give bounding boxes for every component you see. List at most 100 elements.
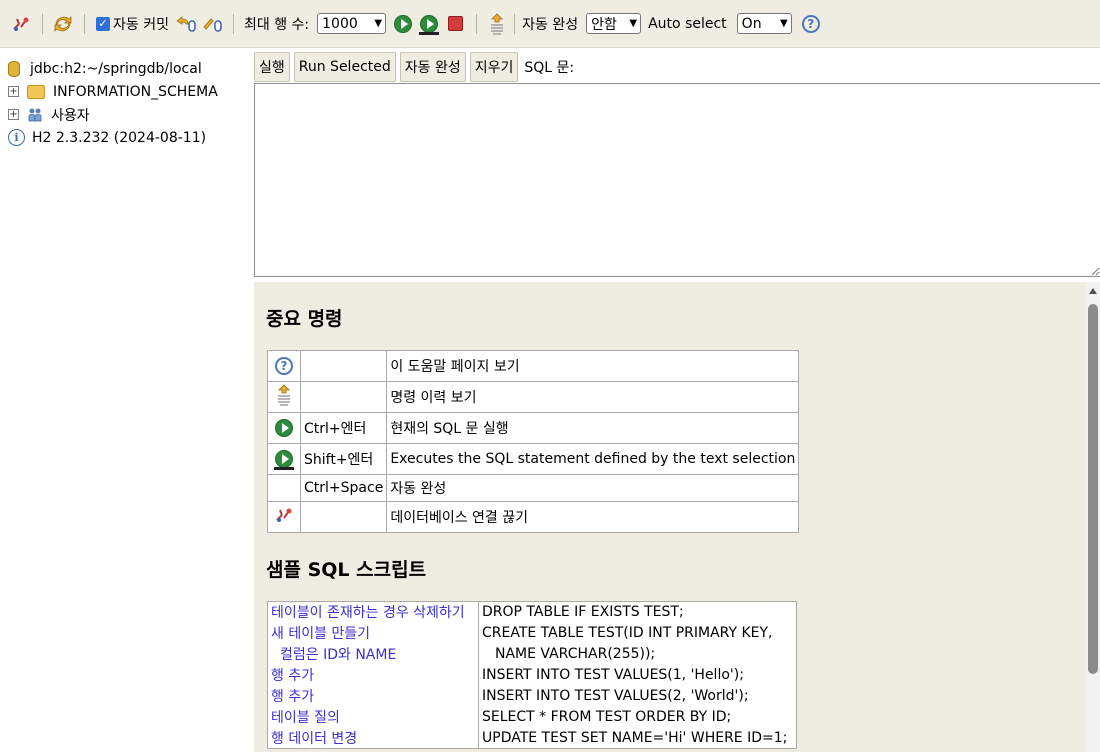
autocomplete-select[interactable]: 안함 ▼ <box>586 13 642 34</box>
help-icon: ? <box>275 357 293 375</box>
sample-code: NAME VARCHAR(255)); <box>495 646 656 662</box>
chevron-down-icon: ▼ <box>374 18 383 29</box>
sample-link[interactable]: 테이블 질의 <box>267 706 479 728</box>
command-key: Shift+엔터 <box>299 443 388 475</box>
query-toolbar: 실행 Run Selected 자동 완성 지우기 SQL 문: <box>254 52 574 82</box>
table-row: Ctrl+Space 자동 완성 <box>267 474 800 502</box>
command-desc: 현재의 SQL 문 실행 <box>386 412 800 444</box>
execute-button[interactable]: 실행 <box>254 52 290 82</box>
expand-icon[interactable]: + <box>8 86 19 97</box>
sample-code: DROP TABLE IF EXISTS TEST; <box>482 604 684 621</box>
sample-code: INSERT INTO TEST VALUES(1, 'Hello'); <box>482 667 744 683</box>
commands-table: ? 이 도움말 페이지 보기 명령 이력 보기 Ctrl+엔터 현재의 SQL … <box>267 350 800 533</box>
help-icon[interactable]: ? <box>800 13 822 35</box>
sample-link[interactable]: 행 추가 <box>267 685 479 707</box>
sample-scripts-title: 샘플 SQL 스크립트 <box>266 559 427 581</box>
sql-label: SQL 문: <box>524 60 575 76</box>
database-icon <box>8 60 20 77</box>
sample-code: SELECT * FROM TEST ORDER BY ID; <box>482 709 732 725</box>
sample-sql-table: 테이블이 존재하는 경우 삭제하기 DROP TABLE IF EXISTS T… <box>267 601 797 749</box>
autocommit-checkbox[interactable]: ✓ <box>96 16 110 31</box>
sample-link[interactable]: 컬럼은 ID와 NAME <box>271 644 396 664</box>
expand-icon[interactable]: + <box>8 109 19 120</box>
autoselect-value: On <box>741 15 762 32</box>
table-row[interactable]: 테이블 질의 SELECT * FROM TEST ORDER BY ID; <box>267 706 797 728</box>
table-row: Ctrl+엔터 현재의 SQL 문 실행 <box>267 412 800 444</box>
command-key: Ctrl+엔터 <box>299 412 388 444</box>
toolbar-separator <box>42 13 43 34</box>
object-tree: jdbc:h2:~/springdb/local + INFORMATION_S… <box>0 48 252 752</box>
rollback-icon[interactable] <box>175 13 197 35</box>
sample-link[interactable]: 행 데이터 변경 <box>267 727 479 749</box>
scrollbar-thumb[interactable] <box>1088 304 1098 674</box>
table-row[interactable]: 새 테이블 만들기 CREATE TABLE TEST(ID INT PRIMA… <box>267 622 797 644</box>
table-row: 데이터베이스 연결 끊기 <box>267 501 800 533</box>
refresh-icon[interactable] <box>52 13 74 35</box>
toolbar-separator <box>514 13 516 34</box>
run-selected-icon[interactable] <box>418 13 440 35</box>
table-row[interactable]: 행 추가 INSERT INTO TEST VALUES(1, 'Hello')… <box>267 664 797 686</box>
max-rows-label: 최대 행 수: <box>243 16 310 33</box>
toolbar-separator <box>84 13 85 34</box>
run-selected-button[interactable]: Run Selected <box>293 52 396 82</box>
history-icon[interactable] <box>486 12 508 35</box>
version-label: H2 2.3.232 (2024-08-11) <box>32 129 207 146</box>
sample-link[interactable]: 새 테이블 만들기 <box>267 622 479 644</box>
run-icon[interactable] <box>392 13 414 35</box>
toolbar-separator <box>232 13 234 34</box>
table-row: 명령 이력 보기 <box>267 381 800 413</box>
toolbar: ✓ 자동 커밋 최대 행 수: 1000 ▼ 자동 완성 안함 ▼ Auto s… <box>0 0 1100 48</box>
run-icon <box>275 419 293 437</box>
chevron-down-icon: ▼ <box>629 18 638 29</box>
sample-link[interactable]: 테이블이 존재하는 경우 삭제하기 <box>267 601 479 623</box>
disconnect-icon[interactable] <box>10 13 32 35</box>
disconnect-icon <box>276 508 292 522</box>
max-rows-select[interactable]: 1000 ▼ <box>317 13 387 34</box>
scroll-up-icon[interactable] <box>1089 288 1097 294</box>
max-rows-value: 1000 <box>322 15 358 32</box>
resize-grip-icon[interactable] <box>1090 266 1100 276</box>
command-key <box>299 381 388 413</box>
tree-connection[interactable]: jdbc:h2:~/springdb/local <box>0 57 252 80</box>
autoselect-label: Auto select <box>648 15 727 32</box>
table-row[interactable]: 테이블이 존재하는 경우 삭제하기 DROP TABLE IF EXISTS T… <box>267 601 797 623</box>
tree-item-users[interactable]: + 사용자 <box>0 103 252 126</box>
sample-link[interactable]: 행 추가 <box>267 664 479 686</box>
commit-icon[interactable] <box>201 13 223 35</box>
stop-icon[interactable] <box>444 13 466 35</box>
tree-version: i H2 2.3.232 (2024-08-11) <box>0 126 252 149</box>
chevron-down-icon: ▼ <box>779 18 788 29</box>
autocomplete-button[interactable]: 자동 완성 <box>399 52 466 82</box>
users-icon <box>27 107 43 123</box>
toolbar-separator <box>476 13 478 34</box>
run-selected-icon <box>273 448 295 470</box>
command-desc: 자동 완성 <box>386 474 800 502</box>
tree-item-label: 사용자 <box>51 107 90 124</box>
command-desc: 데이터베이스 연결 끊기 <box>386 501 800 533</box>
autocomplete-label: 자동 완성 <box>522 16 579 33</box>
command-desc: 명령 이력 보기 <box>386 381 800 413</box>
sql-editor[interactable] <box>254 83 1100 277</box>
command-desc: 이 도움말 페이지 보기 <box>386 350 800 382</box>
tree-item-information-schema[interactable]: + INFORMATION_SCHEMA <box>0 80 252 103</box>
autocommit-label: 자동 커밋 <box>113 16 169 33</box>
connection-url: jdbc:h2:~/springdb/local <box>30 60 202 77</box>
command-key <box>299 501 388 533</box>
folder-icon <box>27 84 45 99</box>
clear-button[interactable]: 지우기 <box>469 52 519 82</box>
tree-item-label: INFORMATION_SCHEMA <box>53 83 218 100</box>
autoselect-select[interactable]: On ▼ <box>736 13 792 34</box>
help-scrollbar[interactable] <box>1086 282 1100 752</box>
autocomplete-value: 안함 <box>591 16 617 33</box>
info-icon: i <box>8 129 25 146</box>
table-row[interactable]: 컬럼은 ID와 NAME NAME VARCHAR(255)); <box>267 643 797 665</box>
sample-code: INSERT INTO TEST VALUES(2, 'World'); <box>482 688 749 704</box>
table-row[interactable]: 행 추가 INSERT INTO TEST VALUES(2, 'World')… <box>267 685 797 707</box>
command-key <box>299 350 388 382</box>
sample-code: CREATE TABLE TEST(ID INT PRIMARY KEY, <box>482 625 773 641</box>
command-desc: Executes the SQL statement defined by th… <box>386 443 800 475</box>
table-row[interactable]: 행 데이터 변경 UPDATE TEST SET NAME='Hi' WHERE… <box>267 727 797 749</box>
table-row: Shift+엔터 Executes the SQL statement defi… <box>267 443 800 475</box>
command-key: Ctrl+Space <box>299 474 388 502</box>
table-row: ? 이 도움말 페이지 보기 <box>267 350 800 382</box>
